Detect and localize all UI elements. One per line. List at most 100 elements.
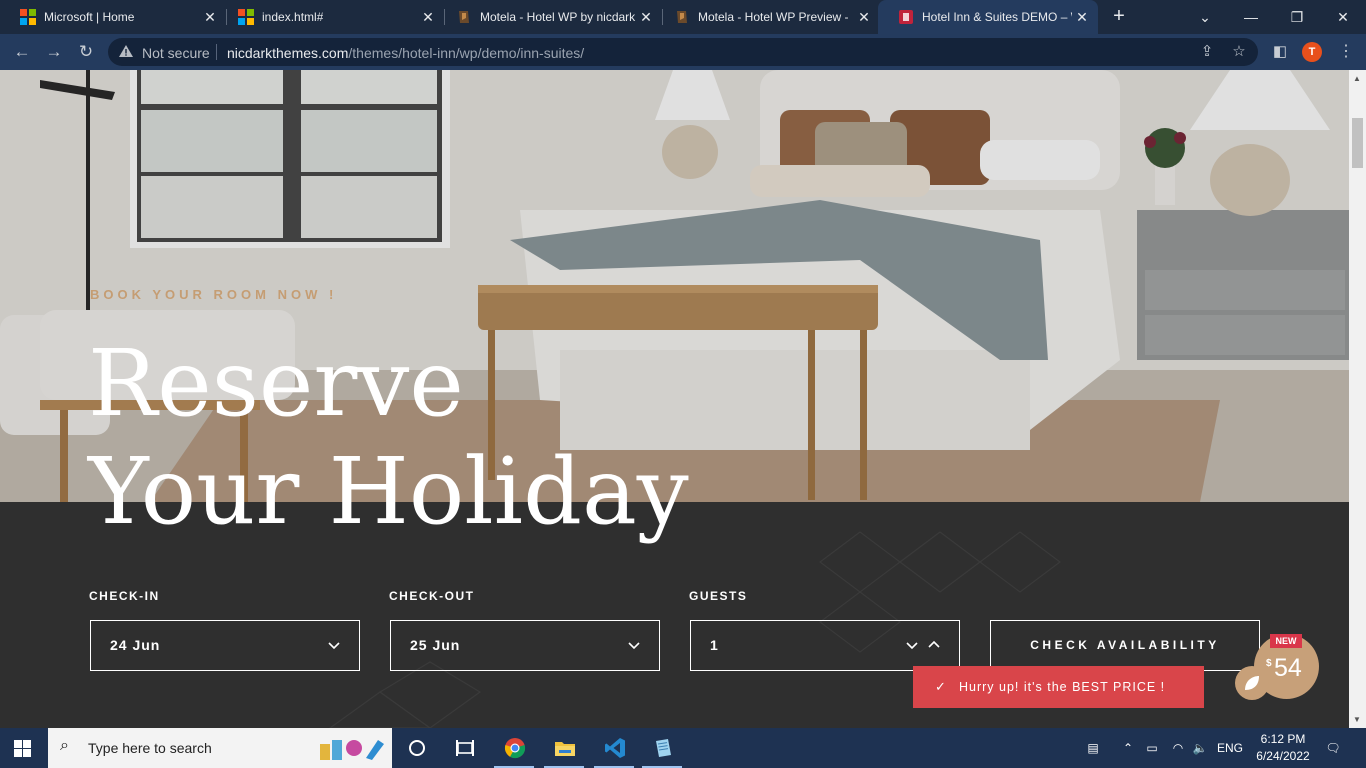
tab-title: Motela - Hotel WP Preview -: [698, 10, 849, 24]
profile-avatar[interactable]: T: [1302, 42, 1322, 62]
headline-line-1: Reserve: [88, 330, 464, 437]
tab-title: Hotel Inn & Suites DEMO – W: [922, 10, 1072, 24]
task-view-button[interactable]: [392, 728, 440, 768]
tab-title: index.html#: [262, 10, 324, 24]
browser-toolbar: ← → ↻ Not secure nicdarkthemes.com/theme…: [0, 34, 1366, 70]
task-view-app[interactable]: [440, 728, 488, 768]
tab-search-chevron-icon[interactable]: ⌄: [1192, 4, 1218, 30]
bookmark-star-icon[interactable]: ☆: [1230, 43, 1248, 61]
taskbar-search-box[interactable]: ⌕ Type here to search: [48, 728, 392, 768]
nicdark-logo-icon: [459, 11, 469, 23]
web-page: BOOK YOUR ROOM NOW ! Reserve Your Holida…: [0, 70, 1349, 728]
guests-stepper[interactable]: 1: [690, 620, 960, 671]
toast-message: Hurry up! it's the BEST PRICE !: [959, 680, 1166, 694]
reload-icon[interactable]: ↻: [74, 40, 98, 64]
guests-value: 1: [710, 637, 719, 653]
close-tab-icon[interactable]: ✕: [1074, 9, 1090, 25]
address-bar[interactable]: Not secure nicdarkthemes.com/themes/hote…: [108, 38, 1258, 66]
tab-motela-preview[interactable]: Motela - Hotel WP Preview - ✕: [654, 0, 880, 34]
best-price-toast[interactable]: ✓ Hurry up! it's the BEST PRICE !: [913, 666, 1204, 708]
system-clock[interactable]: 6:12 PM 6/24/2022: [1250, 731, 1316, 765]
url-text[interactable]: nicdarkthemes.com/themes/hotel-inn/wp/de…: [227, 45, 584, 61]
windows-taskbar: ⌕ Type here to search ▤ ⌃ ▭ ◠ 🔈 ENG 6:12…: [0, 728, 1366, 768]
minimize-icon[interactable]: —: [1238, 4, 1264, 30]
page-scrollbar[interactable]: ▲ ▼: [1349, 70, 1366, 728]
task-view-icon: [456, 740, 474, 756]
wifi-icon[interactable]: ◠: [1166, 728, 1190, 768]
volume-icon[interactable]: 🔈: [1190, 728, 1210, 768]
browser-menu-icon[interactable]: ⋮: [1336, 42, 1356, 62]
close-tab-icon[interactable]: ✕: [856, 9, 872, 25]
chevron-down-icon[interactable]: [905, 635, 919, 655]
chrome-taskbar-app[interactable]: [490, 728, 538, 768]
headline-line-2: Your Holiday: [88, 438, 689, 545]
search-highlight-illustration-icon: [320, 740, 384, 760]
notepad-taskbar-app[interactable]: [638, 728, 686, 768]
not-secure-label[interactable]: Not secure: [142, 45, 210, 61]
search-placeholder: Type here to search: [88, 740, 212, 756]
notepad-icon: [656, 739, 671, 757]
checkin-select[interactable]: 24 Jun: [90, 620, 360, 671]
search-icon: ⌕: [60, 737, 69, 754]
vscode-icon: [605, 738, 625, 758]
guests-label: GUESTS: [689, 589, 748, 603]
leaf-icon: [1245, 676, 1259, 690]
address-divider: [216, 44, 217, 60]
chevron-down-icon: [628, 642, 640, 650]
tab-title: Microsoft | Home: [44, 10, 135, 24]
back-arrow-icon[interactable]: ←: [10, 40, 34, 64]
price-value: 54: [1274, 654, 1302, 682]
scroll-down-arrow-icon[interactable]: ▼: [1353, 715, 1361, 724]
windows-start-icon[interactable]: [14, 740, 31, 757]
forward-arrow-icon[interactable]: →: [42, 40, 66, 64]
url-path: /themes/hotel-inn/wp/demo/inn-suites/: [348, 45, 585, 61]
microsoft-logo-icon: [20, 9, 36, 25]
tab-hotel-inn-demo[interactable]: Hotel Inn & Suites DEMO – W ✕: [878, 0, 1098, 34]
close-tab-icon[interactable]: ✕: [202, 9, 218, 25]
restore-icon[interactable]: ❐: [1284, 4, 1310, 30]
notifications-icon[interactable]: 🗨: [1318, 728, 1348, 768]
clock-date: 6/24/2022: [1256, 749, 1310, 763]
hotel-logo-icon: [899, 10, 913, 24]
clock-time: 6:12 PM: [1260, 732, 1306, 746]
share-icon[interactable]: ⇪: [1198, 43, 1216, 61]
checkin-label: CHECK-IN: [89, 589, 160, 603]
url-host: nicdarkthemes.com: [227, 45, 349, 61]
chrome-icon: [504, 738, 526, 759]
hero-headline: Reserve Your Holiday: [88, 330, 689, 546]
tab-microsoft-home[interactable]: Microsoft | Home ✕: [0, 0, 226, 34]
news-widget-icon[interactable]: ▤: [1078, 728, 1108, 768]
checkout-label: CHECK-OUT: [389, 589, 475, 603]
leaf-badge[interactable]: [1235, 666, 1269, 700]
tab-index-html[interactable]: index.html# ✕: [218, 0, 444, 34]
scroll-up-arrow-icon[interactable]: ▲: [1353, 74, 1361, 83]
chevron-up-icon[interactable]: [927, 635, 941, 655]
browser-tab-strip: Microsoft | Home ✕ index.html# ✕ Motela …: [0, 0, 1366, 34]
check-availability-button[interactable]: CHECK AVAILABILITY: [990, 620, 1260, 671]
close-window-icon[interactable]: ✕: [1330, 4, 1356, 30]
close-tab-icon[interactable]: ✕: [420, 9, 436, 25]
file-explorer-taskbar-app[interactable]: [540, 728, 588, 768]
tab-motela-nicdark[interactable]: Motela - Hotel WP by nicdark ✕: [436, 0, 662, 34]
chevron-down-icon: [328, 642, 340, 650]
language-indicator[interactable]: ENG: [1214, 728, 1246, 768]
close-tab-icon[interactable]: ✕: [638, 9, 654, 25]
show-hidden-icons-chevron-icon[interactable]: ⌃: [1118, 728, 1138, 768]
scroll-thumb[interactable]: [1352, 118, 1363, 168]
tab-title: Motela - Hotel WP by nicdark: [480, 10, 636, 24]
new-badge: NEW: [1270, 634, 1302, 648]
checkout-value: 25 Jun: [410, 637, 461, 653]
vscode-taskbar-app[interactable]: [590, 728, 638, 768]
booking-eyebrow: BOOK YOUR ROOM NOW !: [90, 287, 338, 302]
new-tab-button[interactable]: +: [1108, 6, 1130, 28]
checkout-select[interactable]: 25 Jun: [390, 620, 660, 671]
folder-icon: [555, 742, 575, 756]
checkin-value: 24 Jun: [110, 637, 161, 653]
warning-triangle-icon: [119, 45, 133, 57]
checkmark-icon: ✓: [935, 679, 947, 694]
cortana-circle-icon: [409, 740, 425, 756]
side-panel-icon[interactable]: ◧: [1270, 42, 1290, 62]
battery-icon[interactable]: ▭: [1142, 728, 1162, 768]
nicdark-logo-icon: [677, 11, 687, 23]
microsoft-logo-icon: [238, 9, 254, 25]
